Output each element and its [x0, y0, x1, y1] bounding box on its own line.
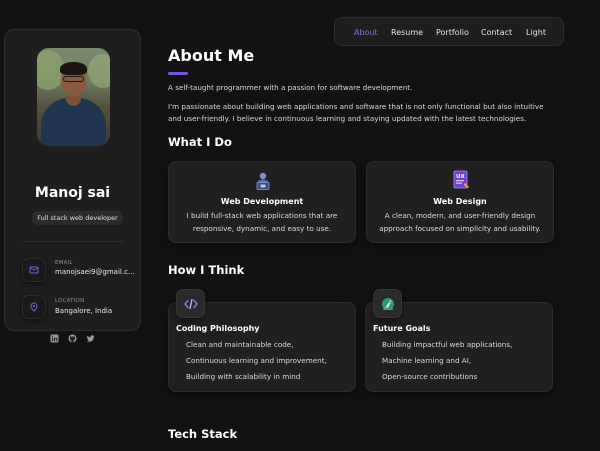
rocket-icon	[381, 297, 394, 310]
about-intro: A self-taught programmer with a passion …	[168, 83, 413, 92]
ux-design-icon: UX	[453, 170, 469, 189]
nav-theme-toggle[interactable]: Light	[526, 28, 546, 37]
github-icon[interactable]	[68, 334, 77, 343]
service-desc: A clean, modern, and user-friendly desig…	[379, 211, 541, 233]
code-icon	[183, 298, 198, 309]
think-title: Coding Philosophy	[176, 324, 260, 333]
avatar	[37, 48, 110, 146]
what-i-do-title: What I Do	[168, 135, 232, 149]
think-item: Continuous learning and improvement,	[186, 356, 327, 365]
think-item: Open-source contributions	[382, 372, 478, 381]
service-desc: I build full-stack web applications that…	[186, 211, 338, 233]
think-item: Machine learning and AI,	[382, 356, 472, 365]
email-icon-box	[22, 258, 46, 282]
think-item: Clean and maintainable code,	[186, 340, 294, 349]
social-links	[5, 334, 140, 344]
linkedin-icon[interactable]	[50, 334, 59, 343]
mail-icon	[29, 266, 39, 274]
how-i-think-title: How I Think	[168, 263, 245, 277]
service-card-web-design: UX Web Design A clean, modern, and user-…	[366, 161, 554, 243]
service-title: Web Design	[433, 197, 487, 206]
rocket-icon-box	[373, 289, 402, 318]
nav-resume[interactable]: Resume	[391, 28, 423, 37]
page-title: About Me	[168, 46, 255, 65]
twitter-icon[interactable]	[86, 334, 95, 343]
location-label: LOCATION	[55, 298, 85, 304]
role-badge: Full stack web developer	[32, 211, 123, 225]
think-item: Building with scalability in mind	[186, 372, 301, 381]
location-value: Bangalore, India	[55, 307, 113, 315]
nav-about[interactable]: About	[354, 28, 378, 37]
profile-sidebar: Manoj sai Full stack web developer EMAIL…	[4, 29, 141, 343]
nav-contact[interactable]: Contact	[481, 28, 512, 37]
think-title: Future Goals	[373, 324, 431, 333]
location-pin-icon	[30, 302, 38, 312]
code-icon-box	[176, 289, 205, 318]
developer-icon	[256, 172, 270, 190]
service-card-web-development: Web Development I build full-stack web a…	[168, 161, 356, 243]
svg-text:UX: UX	[456, 174, 465, 180]
email-link[interactable]: manojsaei9@gmail.c...	[55, 268, 135, 276]
location-icon-box	[22, 295, 46, 319]
title-underline	[168, 72, 188, 75]
top-navbar: About Resume Portfolio Contact Light	[334, 17, 564, 46]
nav-portfolio[interactable]: Portfolio	[436, 28, 469, 37]
service-title: Web Development	[220, 197, 304, 206]
profile-name: Manoj sai	[34, 185, 111, 201]
email-label: EMAIL	[55, 260, 73, 266]
tech-stack-title: Tech Stack	[168, 427, 238, 441]
divider	[22, 241, 123, 242]
about-body: I'm passionate about building web applic…	[168, 102, 544, 123]
think-item: Building impactful web applications,	[382, 340, 513, 349]
